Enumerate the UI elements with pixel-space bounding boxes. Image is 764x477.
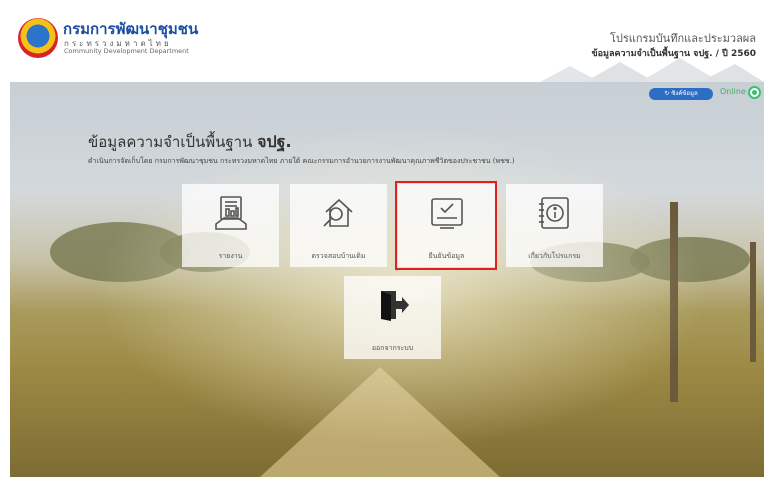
page-description: ดำเนินการจัดเก็บโดย กรมการพัฒนาชุมชน กระ… xyxy=(88,157,515,165)
org-name-en: Community Development Department xyxy=(64,47,189,55)
menu-label-report: รายงาน xyxy=(218,252,243,260)
house-roofs-decoration xyxy=(540,58,764,82)
app-header: กรมการพัฒนาชุมชน กระทรวงมหาดไทย Communit… xyxy=(0,0,764,82)
page-title: ข้อมูลความจำเป็นพื้นฐาน จปฐ. xyxy=(88,132,292,151)
cdd-logo-icon xyxy=(18,18,58,58)
menu-label-logout: ออกจากระบบ xyxy=(371,344,414,352)
menu-tile-report[interactable]: รายงาน xyxy=(182,184,279,267)
info-icon xyxy=(539,197,569,229)
sync-button[interactable]: ↻ ซิงค์ข้อมูล xyxy=(649,88,713,100)
online-indicator-icon xyxy=(748,86,761,99)
menu-tile-logout[interactable]: ออกจากระบบ xyxy=(344,276,441,359)
program-title: โปรแกรมบันทึกและประมวลผล xyxy=(609,32,756,45)
house-search-icon xyxy=(323,198,353,227)
report-icon xyxy=(215,196,247,230)
menu-tile-house-check[interactable]: ตรวจสอบบ้านเดิม xyxy=(290,184,387,267)
menu-label-about: เกี่ยวกับโปรแกรม xyxy=(528,252,581,260)
menu-tile-about[interactable]: เกี่ยวกับโปรแกรม xyxy=(506,184,603,267)
online-status-label: Online xyxy=(720,87,746,96)
logout-icon xyxy=(381,291,409,321)
menu-label-house-check: ตรวจสอบบ้านเดิม xyxy=(311,252,366,260)
selection-highlight xyxy=(395,181,497,270)
